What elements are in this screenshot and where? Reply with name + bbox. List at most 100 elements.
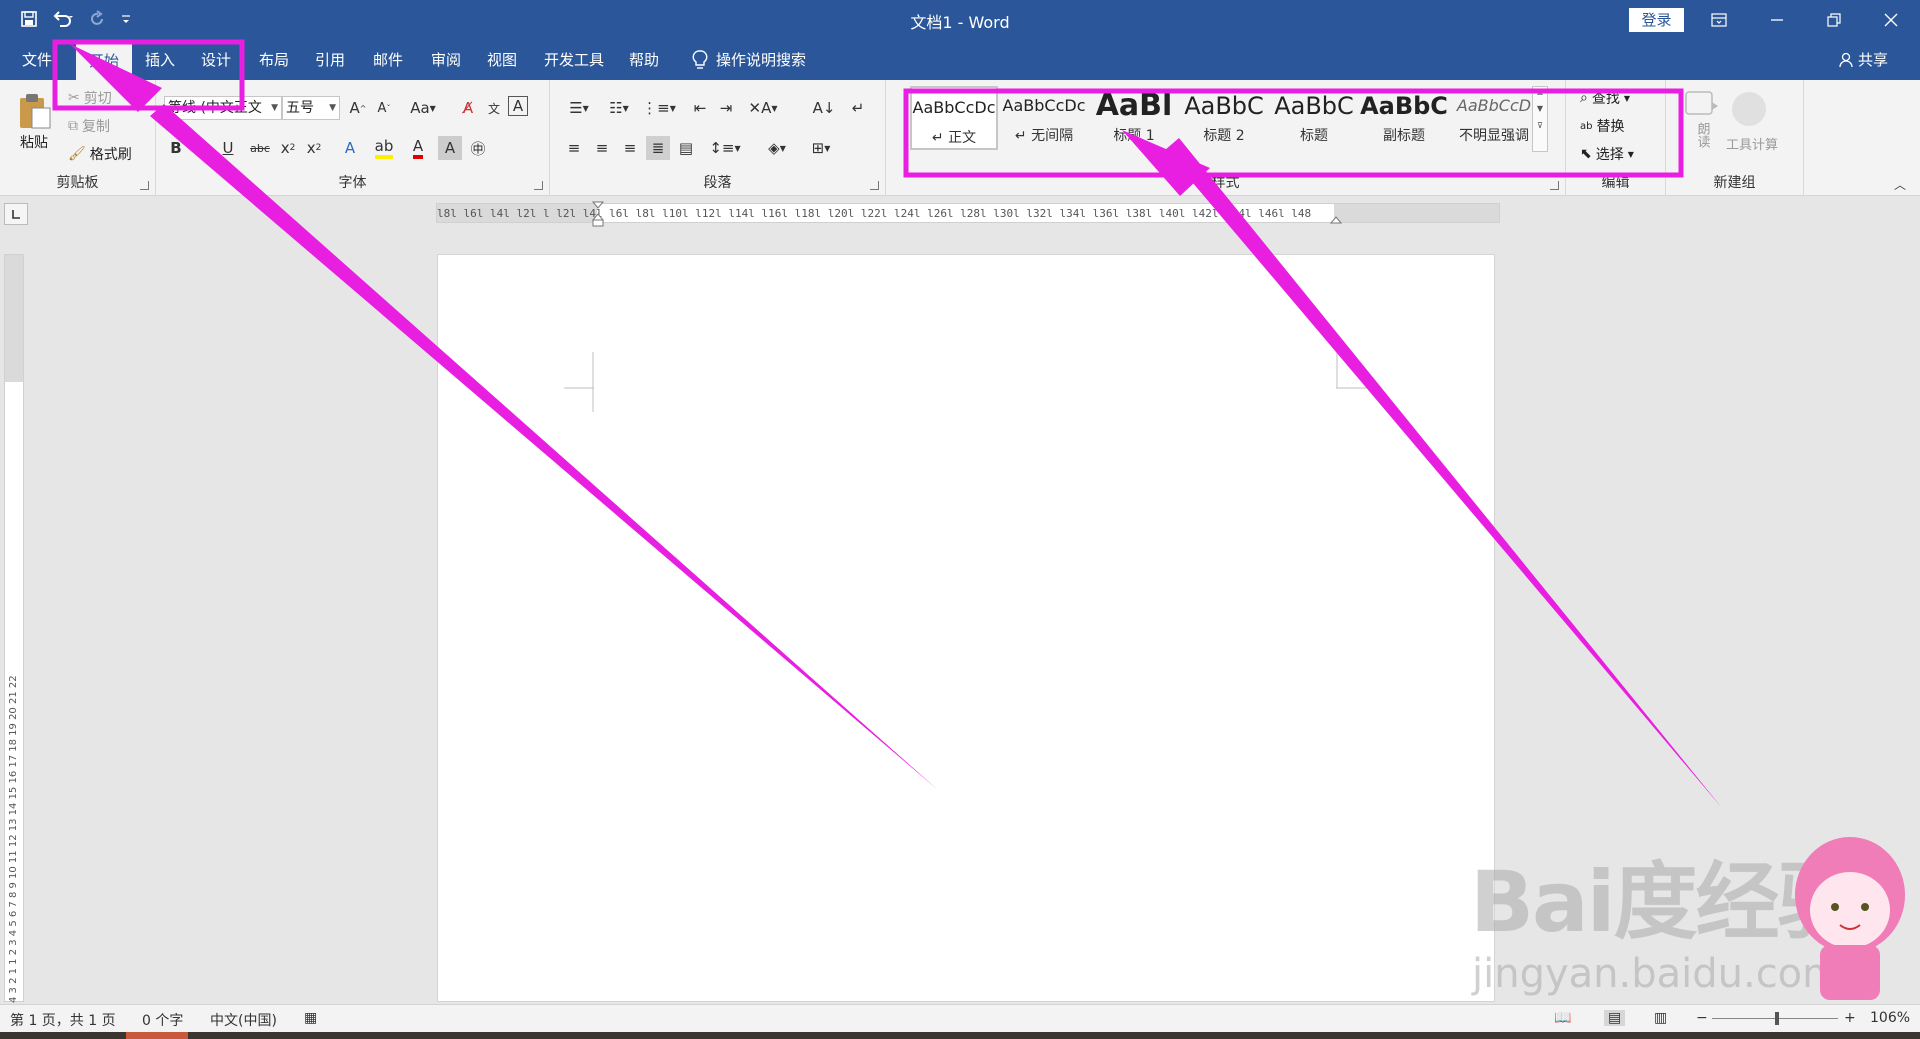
character-border-icon[interactable]: A xyxy=(508,96,528,116)
tab-mailings[interactable]: 邮件 xyxy=(366,40,410,80)
copy-button[interactable]: ⧉ 复制 xyxy=(68,116,110,136)
style-no-spacing[interactable]: AaBbCcDc ↵ 无间隔 xyxy=(1000,86,1088,150)
character-shading-icon[interactable]: A xyxy=(438,136,462,160)
tab-file[interactable]: 文件 xyxy=(16,40,58,80)
styles-scroll[interactable]: ▲ ▼ ⊽ xyxy=(1532,86,1548,152)
indent-markers-icon[interactable] xyxy=(591,201,605,227)
increase-indent-icon[interactable]: ⇥ xyxy=(714,96,738,120)
style-normal[interactable]: AaBbCcDc ↵ 正文 xyxy=(910,86,998,150)
cut-button[interactable]: ✂ 剪切 xyxy=(68,88,112,108)
style-subtle-emphasis[interactable]: AaBbCcD 不明显强调 xyxy=(1450,86,1538,150)
more-styles-icon[interactable]: ⊽ xyxy=(1533,121,1547,130)
show-marks-icon[interactable]: ↵ xyxy=(846,96,870,120)
styles-launcher-icon[interactable] xyxy=(1550,181,1559,190)
zoom-slider[interactable] xyxy=(1712,1012,1838,1025)
right-indent-marker-icon[interactable] xyxy=(1330,212,1342,224)
document-page[interactable] xyxy=(437,254,1495,1002)
font-color-icon[interactable]: A xyxy=(406,136,430,160)
share-button[interactable]: 共享 xyxy=(1838,40,1888,80)
font-group-label: 字体 xyxy=(338,175,367,191)
grow-font-icon[interactable]: A ^ xyxy=(346,96,370,120)
replace-button[interactable]: ab 替换 xyxy=(1580,116,1624,136)
shrink-font-icon[interactable]: Aˇ xyxy=(372,96,396,120)
paste-button[interactable]: 粘贴 xyxy=(16,92,52,152)
text-effects-icon[interactable]: A xyxy=(338,136,362,160)
distributed-icon[interactable]: ▤ xyxy=(674,136,698,160)
print-layout-icon[interactable]: ▤ xyxy=(1604,1010,1626,1026)
line-spacing-icon[interactable]: ↕≡ ▼ xyxy=(708,136,742,160)
scroll-down-icon[interactable]: ▼ xyxy=(1533,104,1547,113)
bullets-icon[interactable]: ☰ ▼ xyxy=(562,96,596,120)
style-subtitle[interactable]: AaBbC 副标题 xyxy=(1360,86,1448,150)
zoom-out-icon[interactable]: − xyxy=(1696,1010,1708,1026)
multilevel-list-icon[interactable]: ⋮≡ ▼ xyxy=(642,96,676,120)
font-size-select[interactable]: 五号 ▼ xyxy=(282,96,340,120)
align-center-icon[interactable]: ≡ xyxy=(590,136,614,160)
tab-insert[interactable]: 插入 xyxy=(138,40,182,80)
language-status[interactable]: 中文(中国) xyxy=(210,1010,277,1030)
tab-developer[interactable]: 开发工具 xyxy=(538,40,610,80)
superscript-icon[interactable]: x2 xyxy=(302,136,326,160)
collapse-ribbon-icon[interactable]: ︿ xyxy=(1894,176,1906,193)
tab-references[interactable]: 引用 xyxy=(308,40,352,80)
tool-calc-button[interactable]: 工具计算 xyxy=(1726,90,1778,153)
horizontal-ruler[interactable]: l8l l6l l4l l2l l l2l l4l l6l l8l l10l l… xyxy=(436,201,1500,227)
tab-home[interactable]: 开始 xyxy=(76,44,132,80)
style-heading-2[interactable]: AaBbC 标题 2 xyxy=(1180,86,1268,150)
tool-calc-label: 工具计算 xyxy=(1726,138,1779,153)
close-icon[interactable] xyxy=(1866,0,1916,40)
web-layout-icon[interactable]: ▥ xyxy=(1654,1010,1667,1026)
decrease-indent-icon[interactable]: ⇤ xyxy=(688,96,712,120)
paragraph-launcher-icon[interactable] xyxy=(870,181,879,190)
scroll-up-icon[interactable]: ▲ xyxy=(1533,87,1547,96)
italic-icon[interactable]: I xyxy=(190,136,214,160)
find-button[interactable]: ⌕ 查找 ▼ xyxy=(1580,88,1630,108)
chinese-layout-icon[interactable]: ✕A ▼ xyxy=(746,96,780,120)
select-button[interactable]: ⬉ 选择 ▼ xyxy=(1580,144,1634,164)
style-heading-1[interactable]: AaBl 标题 1 xyxy=(1090,86,1178,150)
ribbon-display-options-icon[interactable] xyxy=(1694,0,1744,40)
login-button[interactable]: 登录 xyxy=(1629,8,1684,32)
align-right-icon[interactable]: ≡ xyxy=(618,136,642,160)
page-count[interactable]: 第 1 页，共 1 页 xyxy=(10,1010,116,1030)
tell-me-search[interactable]: 操作说明搜索 xyxy=(692,40,806,80)
font-name-select[interactable]: 等线 (中文正文 ▼ xyxy=(164,96,282,120)
zoom-in-icon[interactable]: + xyxy=(1844,1010,1856,1026)
minimize-icon[interactable] xyxy=(1752,0,1802,40)
highlight-icon[interactable]: ab xyxy=(372,136,396,160)
shading-icon[interactable]: ◈ ▼ xyxy=(760,136,794,160)
tab-help[interactable]: 帮助 xyxy=(622,40,666,80)
tab-review[interactable]: 审阅 xyxy=(424,40,468,80)
numbering-icon[interactable]: ☷ ▼ xyxy=(602,96,636,120)
clipboard-launcher-icon[interactable] xyxy=(140,181,149,190)
align-left-icon[interactable]: ≡ xyxy=(562,136,586,160)
enclose-characters-icon[interactable]: ㊥ xyxy=(466,136,490,160)
zoom-slider-thumb[interactable] xyxy=(1775,1012,1779,1025)
vertical-ruler[interactable]: 4 3 2 1 1 2 3 4 5 6 7 8 9 10 11 12 13 14… xyxy=(4,254,24,1003)
style-title[interactable]: AaBbC 标题 xyxy=(1270,86,1358,150)
change-case-button[interactable]: Aa ▼ xyxy=(406,96,440,120)
tab-view[interactable]: 视图 xyxy=(480,40,524,80)
read-mode-icon[interactable]: 📖 xyxy=(1554,1010,1571,1026)
macro-record-icon[interactable]: ▦ xyxy=(304,1010,317,1026)
underline-icon[interactable]: U xyxy=(216,136,240,160)
subscript-icon[interactable]: x2 xyxy=(276,136,300,160)
clear-formatting-icon[interactable]: A̸ xyxy=(456,96,480,120)
read-aloud-button[interactable]: 朗读 xyxy=(1684,90,1720,148)
tab-layout[interactable]: 布局 xyxy=(252,40,296,80)
bold-icon[interactable]: B xyxy=(164,136,188,160)
taskbar-item[interactable] xyxy=(126,1032,188,1039)
word-count[interactable]: 0 个字 xyxy=(142,1010,183,1030)
justify-icon[interactable]: ≣ xyxy=(646,136,670,160)
phonetic-guide-icon[interactable]: 文 xyxy=(482,96,506,120)
clipboard-group: 粘贴 ✂ 剪切 ⧉ 复制 🖌 格式刷 剪贴板 xyxy=(0,80,156,196)
tab-design[interactable]: 设计 xyxy=(194,40,238,80)
borders-icon[interactable]: ⊞ ▼ xyxy=(804,136,838,160)
sort-icon[interactable]: A↓ xyxy=(812,96,836,120)
format-painter-button[interactable]: 🖌 格式刷 xyxy=(68,144,132,164)
restore-icon[interactable] xyxy=(1809,0,1859,40)
tab-selector[interactable] xyxy=(4,203,28,225)
strikethrough-icon[interactable]: abc xyxy=(248,136,272,160)
zoom-level[interactable]: 106% xyxy=(1870,1010,1910,1026)
font-launcher-icon[interactable] xyxy=(534,181,543,190)
